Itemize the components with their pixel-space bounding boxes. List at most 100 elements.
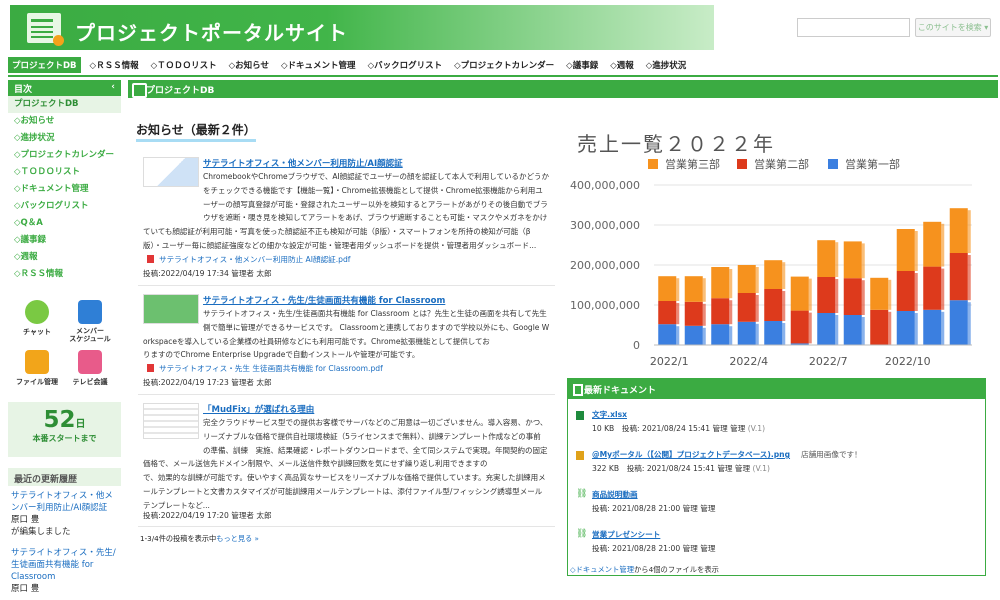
chat-app[interactable]: チャット	[12, 300, 62, 337]
chart-bar	[658, 324, 677, 345]
countdown-unit: 日	[75, 419, 86, 430]
chart-bar	[949, 253, 968, 301]
chart-bar	[843, 278, 862, 315]
search-input[interactable]	[797, 18, 910, 37]
nav-item[interactable]: ◇ＴＯＤＯリスト	[151, 59, 217, 71]
sidebar-item[interactable]: ◇プロジェクトカレンダー	[8, 147, 121, 164]
document-meta-text: 10 KB 投稿: 2021/08/24 15:41 管理 管理	[592, 424, 746, 433]
sidebar-item[interactable]: ◇議事録	[8, 232, 121, 249]
sidebar-item[interactable]: ◇バックログリスト	[8, 198, 121, 215]
news-body: ChromebookやChromeブラウザで、AI顔認証でユーザーの顔を認証して…	[143, 170, 551, 253]
chart-bar-side	[782, 323, 786, 345]
document-version: (V.1)	[747, 424, 766, 433]
sidebar-item[interactable]: ◇Q＆A	[8, 215, 121, 232]
news-line: の準備、訓練 実施、結果確認・レポートダウンロードまで、全て同システムで実現。年…	[203, 445, 548, 455]
chart-bar-side	[835, 279, 839, 313]
sales-chart: 0 100,000,000 200,000,000 300,000,000 400,00…	[570, 157, 972, 368]
nav-item[interactable]: ◇プロジェクトカレンダー	[454, 59, 554, 71]
nav-item[interactable]: ◇ドキュメント管理	[281, 59, 356, 71]
x-tick-label: 2022/10	[885, 355, 931, 368]
news-title-link[interactable]: サテライトオフィス・先生/生徒画面共有機能 for Classroom	[203, 294, 445, 306]
chart-bar-side	[755, 267, 759, 293]
nav-item[interactable]: ◇進捗状況	[646, 59, 687, 71]
chart-bar-side	[861, 280, 865, 315]
chart-bar-side	[861, 317, 865, 345]
news-body: 完全クラウドサービス型での提供お客様でサーバなどのご用意は一切ございません。導入…	[143, 416, 551, 513]
chart-bar-side	[967, 302, 971, 345]
chart-bar	[896, 311, 915, 345]
chart-bar	[896, 229, 915, 271]
update-link[interactable]: サテライトオフィス・他メンバー利用防止/AI顔認証	[11, 490, 121, 514]
chat-icon	[25, 300, 49, 324]
document-link[interactable]: 文字.xlsx	[592, 409, 627, 420]
nav-item[interactable]: プロジェクトDB	[8, 57, 81, 73]
x-tick-label: 2022/1	[650, 355, 689, 368]
nav-item[interactable]: ◇ＲＳＳ情報	[90, 59, 139, 71]
document-note: 店舗用画像です！	[801, 450, 862, 459]
pdf-attachment-link[interactable]: サテライトオフィス・他メンバー利用防止 AI顔認証.pdf	[147, 254, 350, 265]
sidebar-item[interactable]: ◇ＴＯＤＯリスト	[8, 164, 121, 181]
chart-bar	[870, 309, 889, 345]
chart-bar-side	[755, 295, 759, 322]
nav-item[interactable]: ◇議事録	[566, 59, 598, 71]
sidebar-item[interactable]: プロジェクトDB	[8, 96, 121, 113]
document-meta: 投稿: 2021/08/28 21:00 管理 管理	[592, 544, 716, 553]
chart-bar	[843, 241, 862, 279]
y-tick-label: 300,000,000	[570, 219, 640, 232]
excel-icon	[576, 411, 584, 420]
sidebar-item[interactable]: ◇お知らせ	[8, 113, 121, 130]
chart-bar	[737, 293, 756, 322]
chart-bar-side	[888, 311, 892, 345]
pdf-attachment-link[interactable]: サテライトオフィス・先生 生徒画面共有機能 for Classroom.pdf	[147, 363, 383, 374]
document-meta-text: 322 KB 投稿: 2021/08/24 15:41 管理 管理	[592, 464, 751, 473]
news-title-link[interactable]: 「MudFix」が選ばれる理由	[203, 403, 314, 415]
chart-bar	[737, 321, 756, 345]
collapse-icon[interactable]: ‹	[111, 82, 115, 94]
legend-swatch	[828, 159, 838, 169]
chart-bar	[817, 240, 836, 277]
more-link[interactable]: もっと見る »	[216, 534, 259, 543]
portal-page: プロジェクトポータルサイト このサイトを検索 ▾ プロジェクトDB ◇ＲＳＳ情報…	[0, 0, 1000, 600]
news-line: ーザーの顔写真登録が可能・登録されたユーザー以外を検知するとアラートがあがりその…	[203, 199, 548, 209]
news-line: 版）・ユーザー毎に顔認証強度などの細かな設定が可能・管理者用ダッシュボードを提供…	[143, 240, 537, 250]
chart-bar-side	[835, 315, 839, 345]
video-icon	[78, 350, 102, 374]
chart-bar	[711, 324, 730, 345]
chart-bar-side	[676, 326, 680, 345]
documents-footer: ◇ドキュメント管理から4個のファイルを表示	[570, 565, 719, 575]
pager-text: 1-3/4件の投稿を表示中	[140, 534, 217, 543]
nav-item[interactable]: ◇週報	[610, 59, 634, 71]
chart-bar-side	[967, 210, 971, 253]
document-link[interactable]: @Myポータル（【公開】プロジェクトデータベース).png	[592, 449, 790, 460]
news-line: をチェックできる機能です【機能一覧】・Chrome拡張機能として提供・Chrom…	[203, 185, 543, 195]
chart-bar	[764, 289, 783, 321]
chart-bar-side	[914, 231, 918, 271]
sidebar-item[interactable]: ◇進捗状況	[8, 130, 121, 147]
file-app[interactable]: ファイル管理	[12, 350, 62, 387]
image-icon	[576, 451, 584, 460]
chart-bar-side	[729, 300, 733, 325]
sidebar-item[interactable]: ◇週報	[8, 249, 121, 266]
nav-item[interactable]: ◇バックログリスト	[368, 59, 443, 71]
chart-bar-side	[755, 323, 759, 345]
chart-bar-side	[729, 326, 733, 345]
news-line: ールテンプレートと文書カスタマイズが可能訓練用メールテンプレートは、添付ファイル…	[143, 486, 543, 496]
schedule-app[interactable]: メンバー スケジュール	[65, 300, 115, 343]
legend-label: 営業第三部	[665, 157, 720, 171]
search-button[interactable]: このサイトを検索 ▾	[915, 18, 991, 37]
document-link[interactable]: 商品説明動画	[592, 489, 638, 500]
sidebar-item[interactable]: ◇ＲＳＳ情報	[8, 266, 121, 283]
document-meta: 投稿: 2021/08/28 21:00 管理 管理	[592, 504, 716, 513]
video-app[interactable]: テレビ会議	[65, 350, 115, 387]
news-title-link[interactable]: サテライトオフィス・他メンバー利用防止/AI顔認証	[203, 157, 403, 169]
documents-manage-link[interactable]: ◇ドキュメント管理	[570, 565, 634, 574]
chart-bar-side	[702, 327, 706, 345]
chart-bar	[817, 277, 836, 313]
news-line: ていても顔認証が利用可能・写真を使った顔認証不正も検知が可能（β版）・スマートフ…	[143, 227, 531, 237]
chart-bar	[764, 321, 783, 345]
nav-item[interactable]: ◇お知らせ	[229, 59, 269, 71]
document-link[interactable]: 営業プレゼンシート	[592, 529, 660, 540]
update-link[interactable]: サテライトオフィス・先生/生徒画面共有機能 for Classroom	[11, 547, 121, 583]
sidebar-item[interactable]: ◇ドキュメント管理	[8, 181, 121, 198]
site-title: プロジェクトポータルサイト	[75, 21, 348, 45]
